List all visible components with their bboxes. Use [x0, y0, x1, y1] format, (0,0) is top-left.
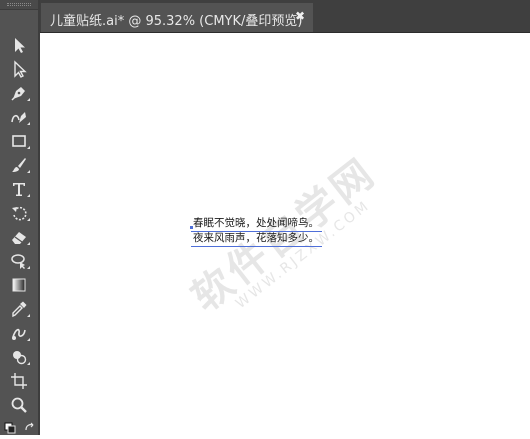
- poem-line-2: 夜来风雨声，花落知多少。: [191, 232, 322, 247]
- watermark-url-text: WWW.RJZXW.COM: [232, 197, 374, 313]
- pen-tool-button[interactable]: [6, 82, 32, 104]
- rotate-tool-icon: [12, 206, 27, 221]
- poem-line-1: 春眠不觉晓，处处闻啼鸟。: [191, 217, 322, 232]
- lasso-tool-button[interactable]: [6, 250, 32, 272]
- type-tool-icon: [13, 183, 25, 196]
- paintbrush-tool-button[interactable]: [6, 154, 32, 176]
- tools-panel: [0, 0, 38, 435]
- lasso-tool-icon: [11, 254, 25, 269]
- document-tab-label: 儿童贴纸.ai* @ 95.32% (CMYK/叠印预览): [50, 14, 303, 29]
- eraser-tool-button[interactable]: [6, 226, 32, 248]
- eyedropper-tool-icon: [12, 301, 27, 318]
- zoom-tool-button[interactable]: [6, 394, 32, 416]
- rotate-tool-button[interactable]: [6, 202, 32, 224]
- selection-tool-icon: [15, 38, 25, 53]
- eraser-tool-icon: [12, 232, 26, 244]
- artboard-tool-icon: [11, 373, 27, 389]
- close-icon[interactable]: ✖: [295, 9, 305, 23]
- curvature-tool-button[interactable]: [6, 106, 32, 128]
- direct-selection-tool-icon: [14, 60, 27, 78]
- direct-selection-tool-button[interactable]: [6, 58, 32, 80]
- shape-builder-tool-icon: [13, 351, 27, 365]
- document-tab-bar: 儿童贴纸.ai* @ 95.32% (CMYK/叠印预览) ✖: [40, 0, 530, 33]
- document-tab[interactable]: 儿童贴纸.ai* @ 95.32% (CMYK/叠印预览) ✖: [41, 3, 313, 32]
- fill-stroke-swap[interactable]: [2, 420, 36, 435]
- paintbrush-tool-icon: [12, 158, 26, 172]
- selection-tool-button[interactable]: [6, 34, 32, 56]
- selected-text-block[interactable]: 春眠不觉晓，处处闻啼鸟。 夜来风雨声，花落知多少。: [191, 216, 322, 247]
- curvature-tool-icon: [11, 112, 26, 123]
- type-tool-button[interactable]: [6, 178, 32, 200]
- rectangle-tool-button[interactable]: [6, 130, 32, 152]
- panel-grip[interactable]: [0, 0, 38, 10]
- watermark: 软件自学网 WWW.RJZXW.COM: [177, 123, 473, 403]
- artboard-tool-button[interactable]: [6, 370, 32, 392]
- blend-tool-icon: [12, 328, 26, 340]
- gradient-tool-button[interactable]: [6, 274, 32, 296]
- shape-builder-tool-button[interactable]: [6, 346, 32, 368]
- zoom-tool-icon: [11, 397, 27, 413]
- rectangle-tool-icon: [12, 135, 26, 147]
- eyedropper-tool-button[interactable]: [6, 298, 32, 320]
- pen-tool-icon: [11, 87, 25, 101]
- swap-colors-icon: [4, 422, 34, 434]
- gradient-tool-icon: [12, 278, 26, 292]
- blend-tool-button[interactable]: [6, 322, 32, 344]
